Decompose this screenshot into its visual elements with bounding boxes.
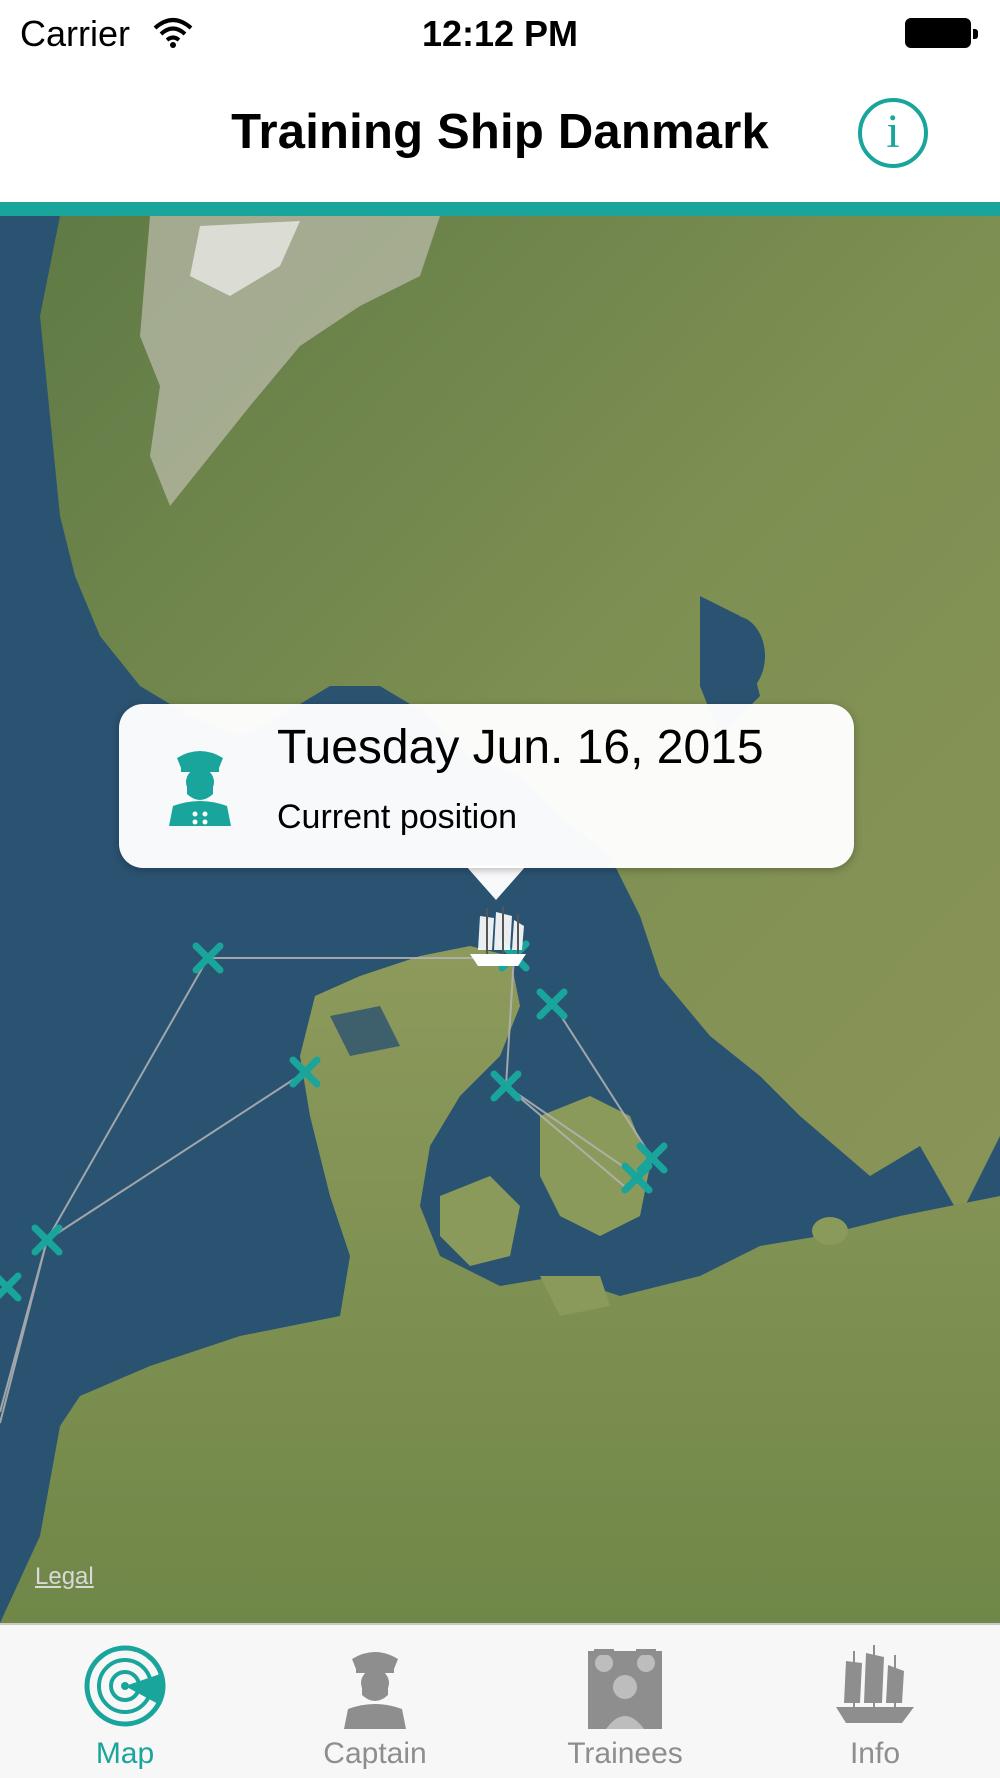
page-title: Training Ship Danmark: [231, 105, 769, 159]
battery-icon: [905, 18, 978, 48]
x-marker-icon: [536, 988, 568, 1020]
legal-link[interactable]: Legal: [35, 1563, 94, 1591]
tab-label: Map: [95, 1737, 155, 1770]
info-icon-glyph: i: [886, 105, 900, 158]
tab-trainees[interactable]: Trainees: [500, 1625, 750, 1778]
captain-icon: [169, 751, 231, 826]
x-marker-icon: [0, 1272, 22, 1302]
ship-icon: [836, 1645, 914, 1723]
callout-subtitle: Current position: [277, 798, 518, 836]
ship-icon: [470, 906, 526, 966]
tab-info[interactable]: Info: [750, 1625, 1000, 1778]
navigation-bar: Training Ship Danmark i: [0, 68, 1000, 202]
tab-label: Trainees: [567, 1737, 683, 1770]
radar-icon: [84, 1645, 166, 1727]
x-marker-icon: [31, 1224, 63, 1256]
info-icon[interactable]: i: [858, 98, 928, 168]
tab-label: Info: [849, 1737, 901, 1770]
tab-label: Captain: [323, 1737, 427, 1770]
funen-island: [440, 1176, 520, 1266]
satellite-map: [0, 216, 1000, 1623]
callout-tail: [466, 866, 526, 900]
nav-accent-bar: [0, 202, 1000, 216]
tab-bar: Map Captain Trainees Info: [0, 1623, 1000, 1778]
bornholm-island: [812, 1217, 848, 1245]
tab-map[interactable]: Map: [0, 1625, 250, 1778]
callout-title: Tuesday Jun. 16, 2015: [277, 721, 764, 774]
trainees-icon: [588, 1649, 662, 1729]
status-time: 12:12 PM: [421, 13, 579, 54]
map-callout[interactable]: Tuesday Jun. 16, 2015 Current position: [119, 704, 854, 868]
map-view[interactable]: Tuesday Jun. 16, 2015 Current position L…: [0, 216, 1000, 1623]
tab-captain[interactable]: Captain: [250, 1625, 500, 1778]
zealand-island: [540, 1096, 650, 1236]
status-bar: Carrier 12:12 PM: [0, 0, 1000, 68]
captain-icon: [344, 1652, 406, 1729]
